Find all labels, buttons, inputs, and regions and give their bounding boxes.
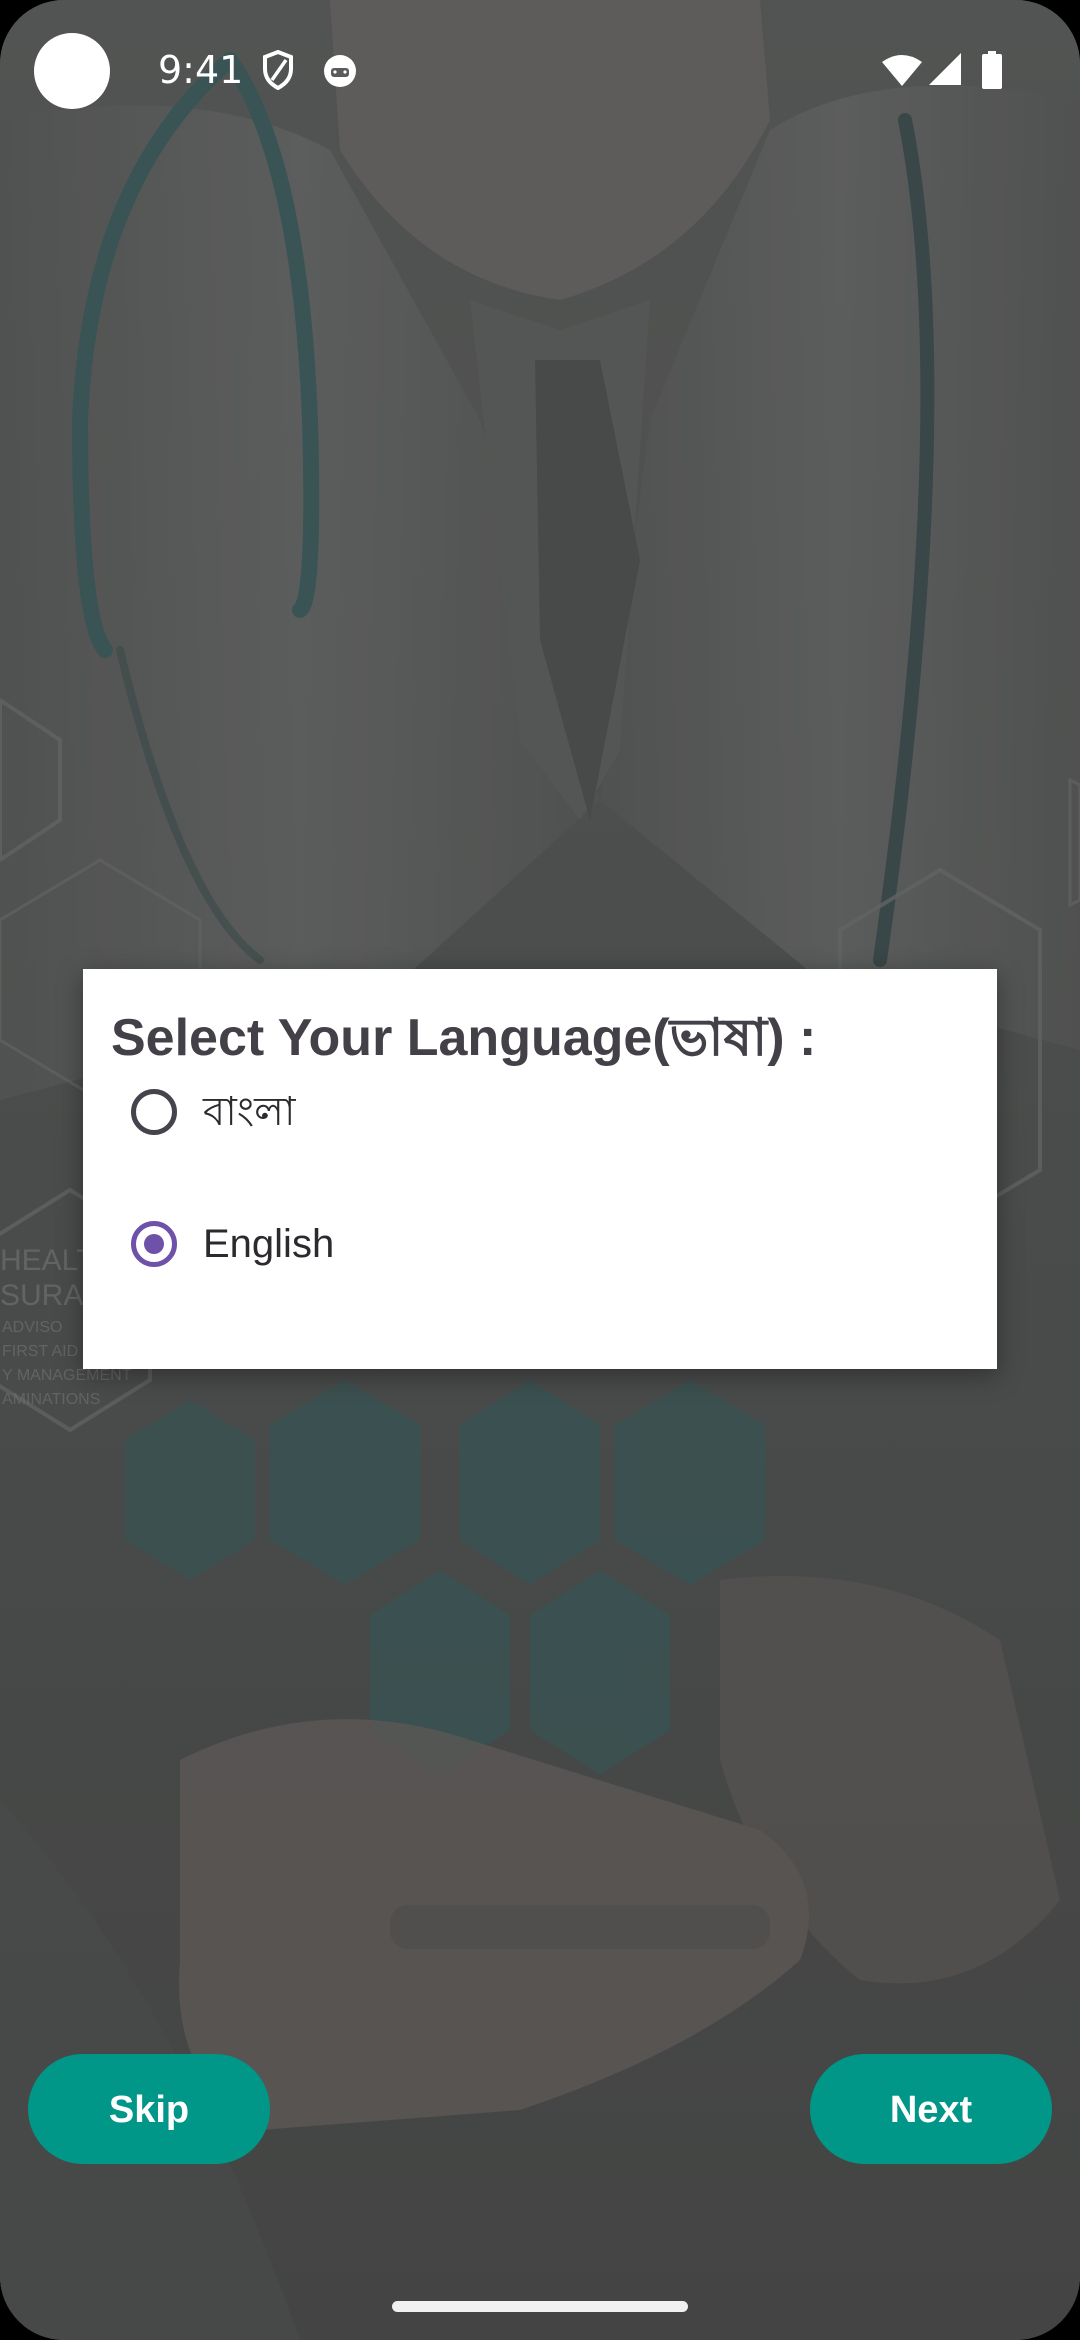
phone-screen: HEALTH SURAN ADVISO FIRST AID Y MANAGEME…: [0, 0, 1080, 2340]
language-dialog: Select Your Language(ভাষা) : বাংলা Engli…: [83, 969, 997, 1369]
camera-cutout: [34, 33, 110, 109]
skip-button[interactable]: Skip: [28, 2054, 270, 2164]
shield-icon: [263, 50, 293, 90]
android-debug-icon: [324, 55, 356, 87]
wifi-icon: [882, 55, 922, 86]
battery-icon: [982, 51, 1002, 89]
language-option-english[interactable]: English: [111, 1191, 971, 1301]
home-indicator[interactable]: [392, 2301, 688, 2312]
radio-bangla[interactable]: [131, 1089, 177, 1135]
signal-icon: [929, 53, 961, 85]
radio-english[interactable]: [131, 1221, 177, 1267]
status-bar: 9:41: [0, 0, 1080, 140]
language-option-label: English: [203, 1222, 335, 1266]
status-time: 9:41: [158, 48, 244, 92]
language-option-bangla[interactable]: বাংলা: [111, 1059, 971, 1169]
next-button[interactable]: Next: [810, 2054, 1052, 2164]
language-option-label: বাংলা: [203, 1090, 296, 1134]
